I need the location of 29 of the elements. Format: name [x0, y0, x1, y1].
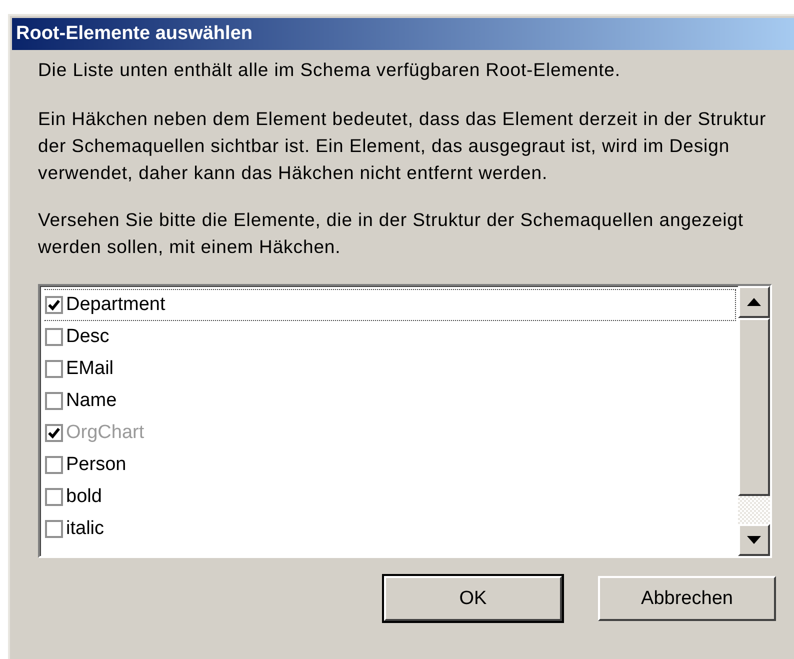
list-item[interactable]: Department [64, 293, 168, 317]
description-text: Die Liste unten enthält alle im Schema verfügbaren Root-Elemente. [38, 58, 622, 82]
cancel-button[interactable]: Abbrechen [598, 576, 776, 621]
scrollbar[interactable] [738, 286, 770, 556]
description-text: Ein Häkchen neben dem Element bedeutet, dass das Element derzeit in der Struktur der Schemaquellen sichtbar ist. Ein Element, das ausgegraut ist, wird im Design verwendet, daher kann das Häkchen nicht entfernt werden. [38, 107, 768, 185]
ok-button[interactable]: OK [384, 576, 562, 621]
checkbox[interactable] [45, 488, 63, 506]
window-title: Root-Elemente auswählen [16, 23, 252, 45]
checkbox[interactable] [45, 328, 63, 346]
check-icon [47, 298, 61, 312]
check-icon [47, 426, 61, 440]
list-item[interactable]: EMail [64, 357, 116, 381]
list-item[interactable]: bold [64, 485, 104, 509]
description-text: Versehen Sie bitte die Elemente, die in der Struktur der Schemaquellen angezeigt werden sollen, mit einem Häkchen. [38, 208, 744, 259]
checkbox[interactable] [45, 456, 63, 474]
list-item[interactable]: italic [64, 517, 106, 541]
checkbox[interactable] [45, 392, 63, 410]
checkbox[interactable] [45, 296, 63, 314]
scroll-up-button[interactable] [738, 286, 770, 318]
scroll-thumb[interactable] [738, 318, 770, 496]
up-arrow-icon [747, 298, 761, 306]
list-item[interactable]: Name [64, 389, 119, 413]
checkbox[interactable] [45, 360, 63, 378]
scroll-down-button[interactable] [738, 524, 770, 556]
scroll-track[interactable] [738, 496, 770, 524]
checkbox[interactable] [45, 520, 63, 538]
down-arrow-icon [747, 536, 761, 544]
list-item[interactable]: Person [64, 453, 128, 477]
list-item[interactable]: Desc [64, 325, 112, 349]
